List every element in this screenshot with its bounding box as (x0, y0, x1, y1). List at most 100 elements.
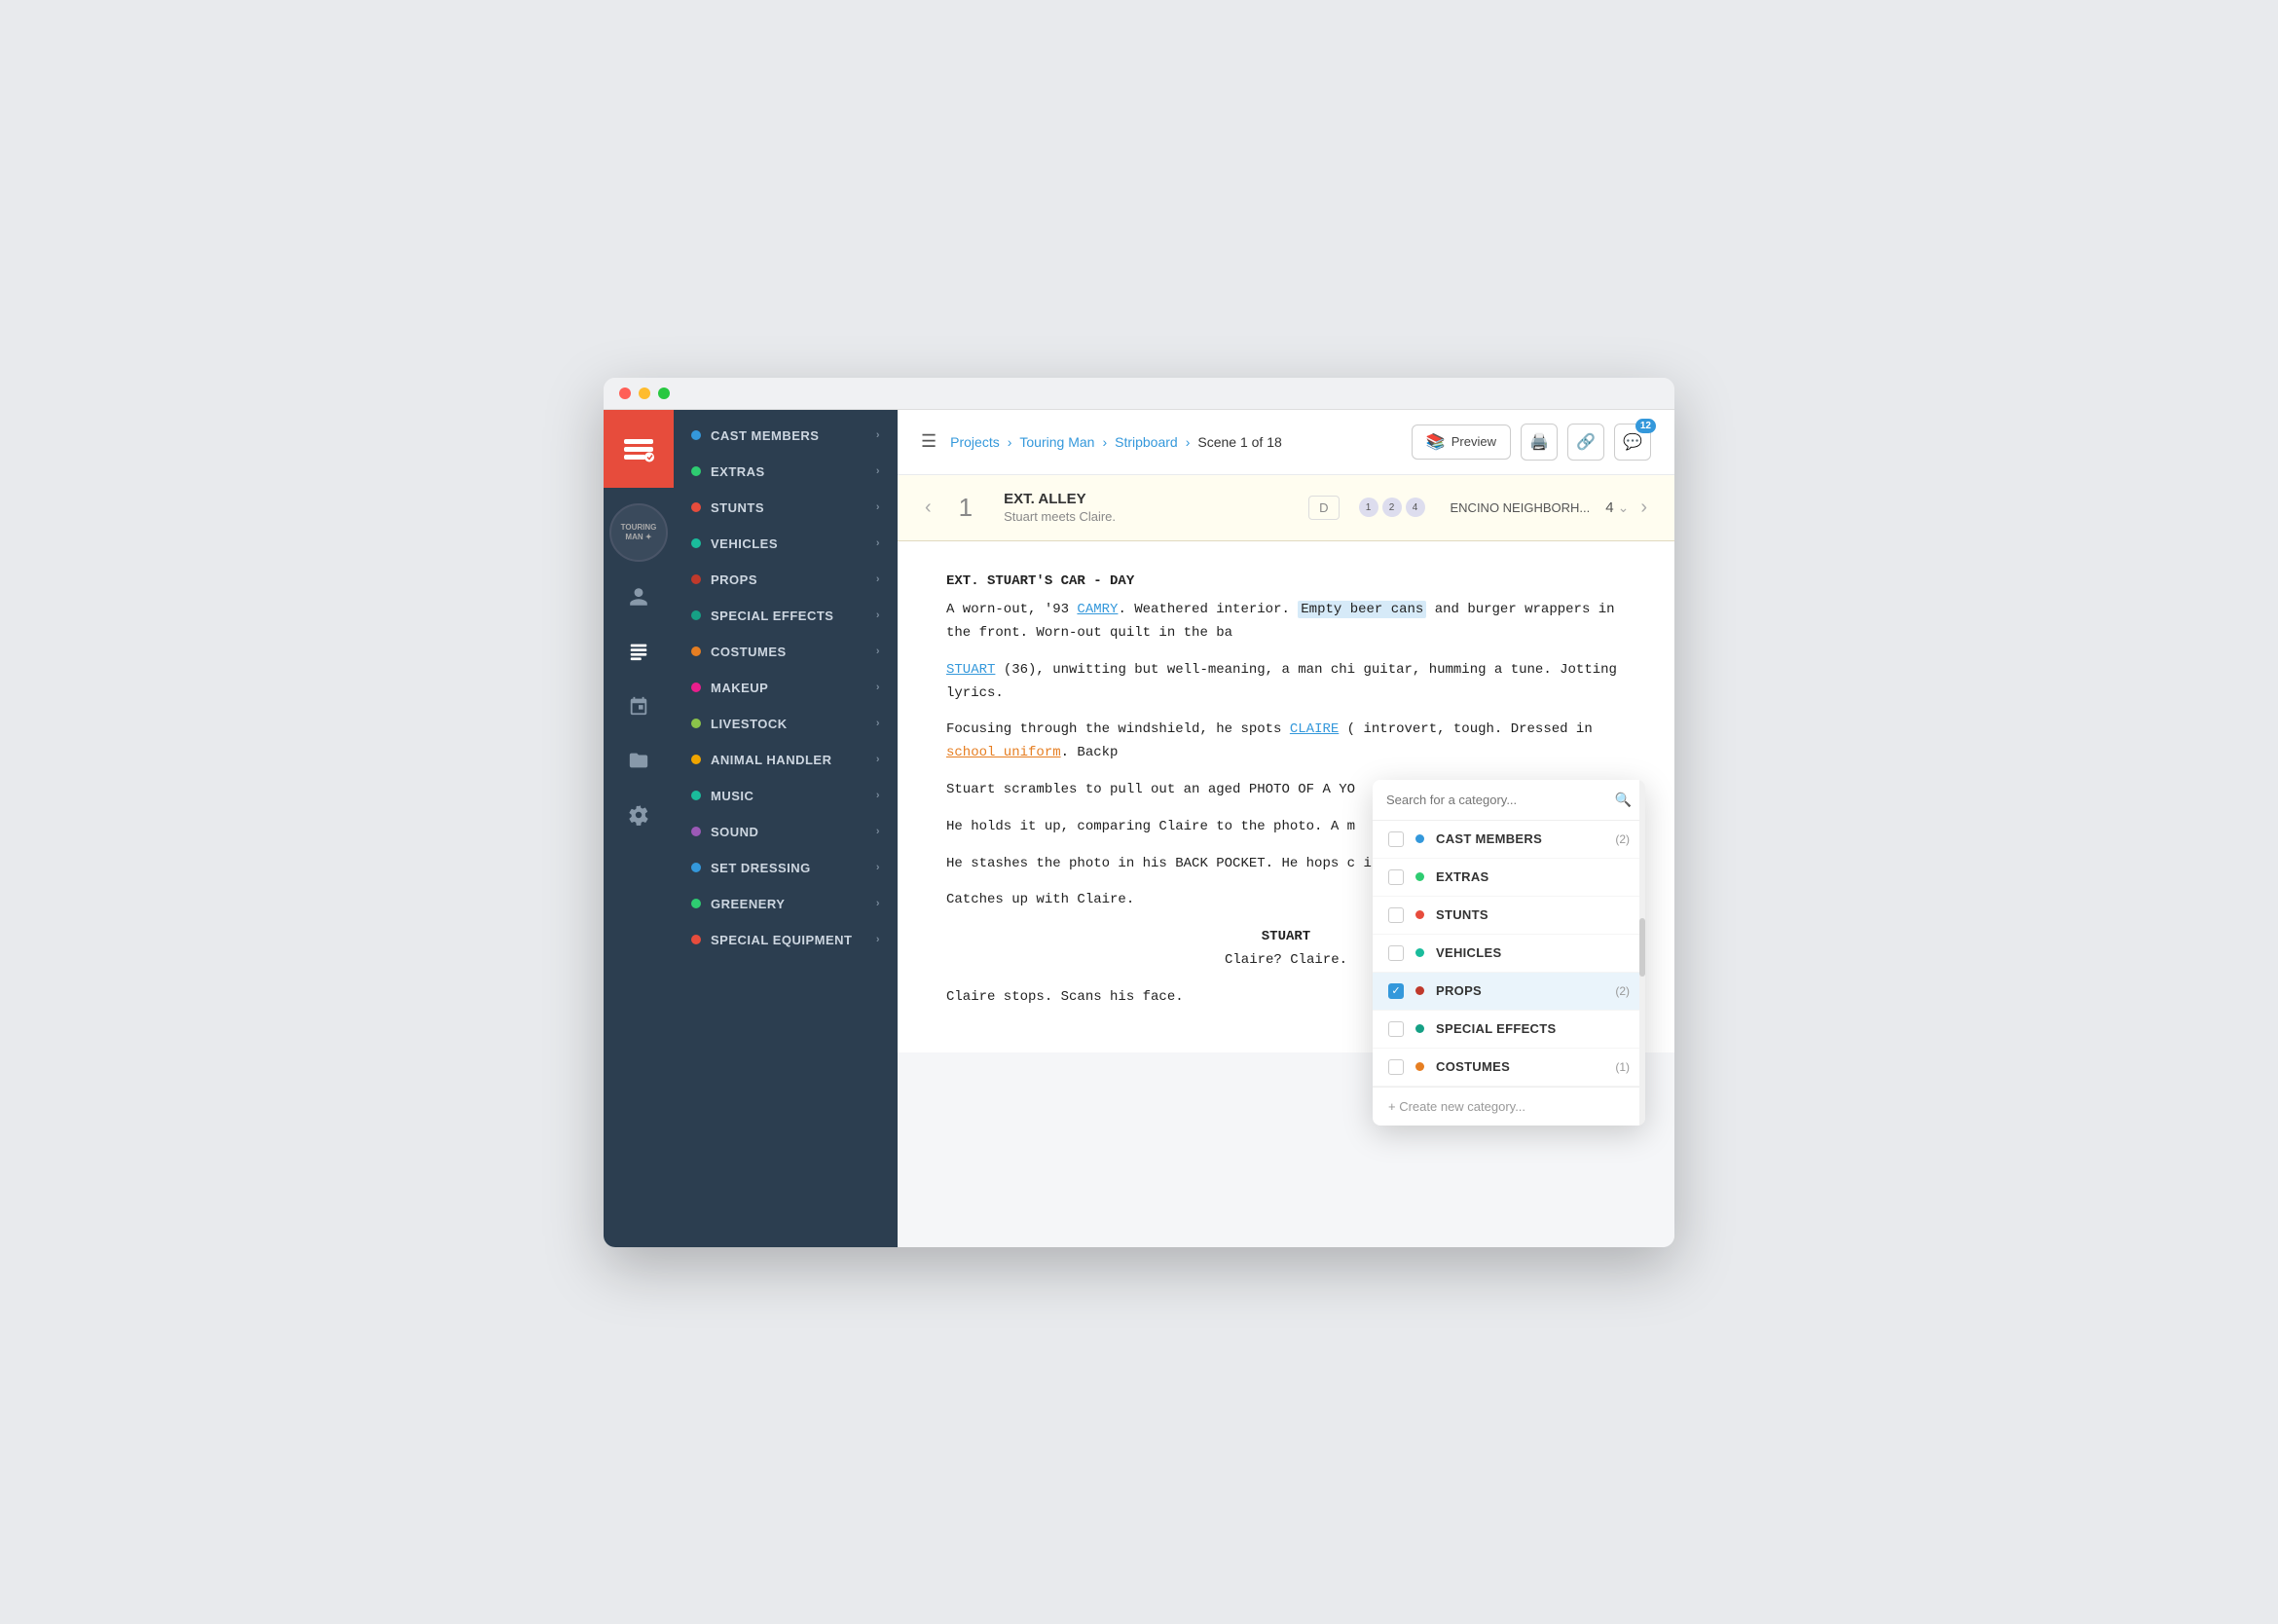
livestock-chevron: › (876, 718, 880, 729)
sidebar-item-greenery[interactable]: GREENERY › (674, 886, 898, 922)
sidebar-item-special-equipment[interactable]: SPECIAL EQUIPMENT › (674, 922, 898, 958)
empty-beer-cans-highlight[interactable]: Empty beer cans (1298, 601, 1426, 618)
special-effects-dot (691, 610, 701, 620)
scene-subtitle: Stuart meets Claire. (1004, 509, 1283, 524)
create-category-button[interactable]: + Create new category... (1373, 1087, 1645, 1126)
script-p3: Focusing through the windshield, he spot… (946, 719, 1626, 765)
comment-button[interactable]: 💬 12 (1614, 424, 1651, 461)
scene-location: ENCINO NEIGHBORH... (1451, 500, 1591, 515)
preview-button[interactable]: 📚 Preview (1412, 424, 1511, 460)
category-dropdown: 🔍 CAST MEMBERS (2) (1373, 780, 1645, 1126)
dropdown-item-special-effects[interactable]: SPECIAL EFFECTS (1373, 1011, 1645, 1049)
page-dot-4: 4 (1406, 498, 1425, 517)
animal-handler-chevron: › (876, 754, 880, 765)
claire-link[interactable]: CLAIRE (1290, 721, 1339, 737)
special-equipment-dot (691, 935, 701, 944)
stunts-checkbox[interactable] (1388, 907, 1404, 923)
special-effects-dropdown-label: SPECIAL EFFECTS (1436, 1021, 1618, 1036)
extras-checkbox[interactable] (1388, 869, 1404, 885)
dropdown-item-stunts[interactable]: STUNTS (1373, 897, 1645, 935)
props-checkbox[interactable] (1388, 983, 1404, 999)
project-avatar[interactable]: TOURINGMAN ✦ (609, 503, 668, 562)
breadcrumb-sep1: › (1008, 434, 1012, 450)
stuart-link[interactable]: STUART (946, 662, 995, 678)
sidebar-item-music[interactable]: MUSIC › (674, 778, 898, 814)
sidebar-item-special-effects[interactable]: SPECIAL EFFECTS › (674, 598, 898, 634)
link-button[interactable]: 🔗 (1567, 424, 1604, 461)
sidebar-item-vehicles[interactable]: VEHICLES › (674, 526, 898, 562)
stripboard-svg (628, 641, 649, 662)
sidebar-item-props[interactable]: PROPS › (674, 562, 898, 598)
scene-prev-button[interactable]: ‹ (913, 489, 943, 527)
set-dressing-dot (691, 863, 701, 872)
dropdown-item-props[interactable]: PROPS (2) (1373, 973, 1645, 1011)
extras-label: EXTRAS (711, 464, 765, 479)
script-p1: A worn-out, '93 CAMRY. Weathered interio… (946, 599, 1626, 646)
breadcrumb-project[interactable]: Touring Man (1019, 434, 1094, 450)
sidebar-item-livestock[interactable]: LIVESTOCK › (674, 706, 898, 742)
print-icon: 🖨️ (1529, 432, 1549, 452)
music-dot (691, 791, 701, 800)
breadcrumb-projects[interactable]: Projects (950, 434, 1000, 450)
camry-link[interactable]: CAMRY (1077, 602, 1118, 617)
app-logo[interactable] (604, 410, 674, 488)
sidebar-item-makeup[interactable]: MAKEUP › (674, 670, 898, 706)
special-equipment-chevron: › (876, 934, 880, 945)
sidebar-item-set-dressing[interactable]: SET DRESSING › (674, 850, 898, 886)
category-search-input[interactable] (1386, 793, 1607, 807)
folder-svg (628, 750, 649, 771)
nav-schedule-icon[interactable] (617, 684, 660, 727)
props-dropdown-label: PROPS (1436, 983, 1603, 998)
settings-svg (628, 804, 649, 826)
nav-stripboard-icon[interactable] (617, 630, 660, 673)
school-uniform-link[interactable]: school uniform (946, 745, 1061, 760)
dropdown-item-costumes[interactable]: COSTUMES (1) (1373, 1049, 1645, 1087)
stunts-dot (691, 502, 701, 512)
nav-characters-icon[interactable] (617, 575, 660, 618)
costumes-checkbox[interactable] (1388, 1059, 1404, 1075)
makeup-label: MAKEUP (711, 681, 768, 695)
set-dressing-chevron: › (876, 862, 880, 873)
sidebar-item-sound[interactable]: SOUND › (674, 814, 898, 850)
nav-settings-icon[interactable] (617, 794, 660, 836)
cast-members-checkbox[interactable] (1388, 831, 1404, 847)
cast-members-dropdown-count: (2) (1615, 832, 1630, 846)
minimize-dot[interactable] (639, 388, 650, 399)
cast-members-chevron: › (876, 429, 880, 441)
cast-members-label: CAST MEMBERS (711, 428, 819, 443)
vehicles-checkbox[interactable] (1388, 945, 1404, 961)
dropdown-item-cast-members[interactable]: CAST MEMBERS (2) (1373, 821, 1645, 859)
nav-folder-icon[interactable] (617, 739, 660, 782)
sidebar-item-stunts[interactable]: STUNTS › (674, 490, 898, 526)
props-dropdown-count: (2) (1615, 984, 1630, 998)
print-button[interactable]: 🖨️ (1521, 424, 1558, 461)
dropdown-search-bar: 🔍 (1373, 780, 1645, 821)
greenery-dot (691, 899, 701, 908)
sidebar-item-cast-members[interactable]: CAST MEMBERS › (674, 418, 898, 454)
stunts-color-dot (1415, 910, 1424, 919)
special-equipment-label: SPECIAL EQUIPMENT (711, 933, 853, 947)
scene-day-tag: D (1308, 496, 1339, 520)
breadcrumb-stripboard[interactable]: Stripboard (1115, 434, 1178, 450)
dropdown-item-extras[interactable]: EXTRAS (1373, 859, 1645, 897)
sidebar-item-animal-handler[interactable]: ANIMAL HANDLER › (674, 742, 898, 778)
menu-button[interactable]: ☰ (921, 431, 937, 452)
scrollbar-thumb[interactable] (1639, 918, 1645, 977)
sidebar-item-costumes[interactable]: COSTUMES › (674, 634, 898, 670)
makeup-chevron: › (876, 682, 880, 693)
props-color-dot (1415, 986, 1424, 995)
sound-label: SOUND (711, 825, 758, 839)
script-container: EXT. STUART'S CAR - DAY A worn-out, '93 … (898, 541, 1674, 1247)
props-chevron: › (876, 573, 880, 585)
dropdown-item-vehicles[interactable]: VEHICLES (1373, 935, 1645, 973)
special-effects-checkbox[interactable] (1388, 1021, 1404, 1037)
close-dot[interactable] (619, 388, 631, 399)
sidebar-item-extras[interactable]: EXTRAS › (674, 454, 898, 490)
scene-next-button[interactable]: › (1629, 489, 1659, 527)
vehicles-color-dot (1415, 948, 1424, 957)
scene-strip: ‹ 1 EXT. ALLEY Stuart meets Claire. D 1 … (898, 475, 1674, 541)
makeup-dot (691, 683, 701, 692)
sound-chevron: › (876, 826, 880, 837)
breadcrumb-sep2: › (1102, 434, 1107, 450)
maximize-dot[interactable] (658, 388, 670, 399)
